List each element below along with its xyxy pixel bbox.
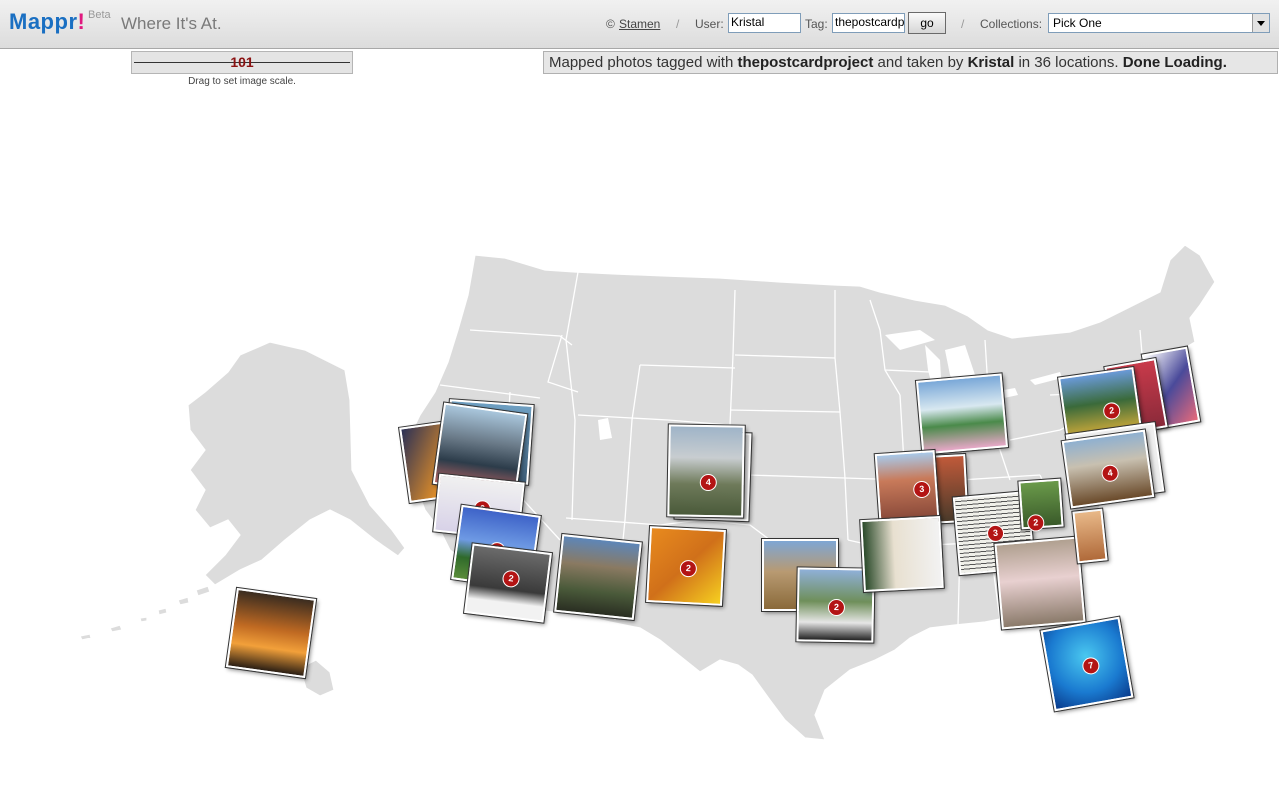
status-user: Kristal bbox=[967, 54, 1015, 71]
collections-selected: Pick One bbox=[1053, 16, 1102, 30]
app-logo[interactable]: Mappr! bbox=[9, 9, 85, 35]
photo-chicago[interactable] bbox=[914, 372, 1010, 456]
status-mid: and taken by bbox=[877, 54, 964, 71]
photo-virginia[interactable]: 2 bbox=[1017, 477, 1065, 532]
photo-colorado[interactable]: 4 bbox=[666, 423, 746, 519]
photo-dc-horses[interactable]: 4 bbox=[1060, 428, 1156, 510]
status-done: Done Loading. bbox=[1122, 54, 1227, 71]
count-badge: 2 bbox=[827, 598, 846, 617]
chevron-down-icon[interactable] bbox=[1252, 14, 1269, 32]
separator: / bbox=[961, 17, 965, 31]
scale-value: 101 bbox=[230, 54, 254, 70]
image-scale-slider[interactable]: 101 bbox=[131, 51, 353, 74]
photo-arizona[interactable] bbox=[553, 532, 643, 622]
photo-georgia-side[interactable] bbox=[1071, 507, 1109, 565]
aleutian-islands-shape bbox=[79, 585, 211, 641]
photo-new-mexico[interactable]: 2 bbox=[645, 525, 727, 607]
count-badge: 2 bbox=[1102, 401, 1122, 421]
user-input[interactable]: Kristal bbox=[728, 13, 801, 33]
count-badge: 2 bbox=[679, 559, 698, 578]
alaska-shape bbox=[187, 341, 406, 586]
separator: / bbox=[676, 17, 680, 31]
photo-florida[interactable]: 7 bbox=[1039, 615, 1135, 713]
status-bar: Mapped photos tagged with thepostcardpro… bbox=[543, 51, 1278, 74]
photo-georgia[interactable] bbox=[993, 535, 1087, 631]
copyright-symbol: © bbox=[606, 17, 615, 31]
status-suffix: in 36 locations. bbox=[1018, 54, 1119, 71]
count-badge: 4 bbox=[1100, 463, 1120, 483]
photo-missouri[interactable]: 3 bbox=[873, 448, 941, 524]
count-badge: 4 bbox=[699, 473, 717, 492]
beta-label: Beta bbox=[88, 9, 111, 21]
stamen-link[interactable]: Stamen bbox=[619, 17, 660, 31]
collections-select[interactable]: Pick One bbox=[1048, 13, 1270, 33]
status-prefix: Mapped photos tagged with bbox=[549, 54, 734, 71]
photo-tennessee[interactable] bbox=[859, 514, 945, 594]
tag-label: Tag: bbox=[805, 17, 828, 31]
photo-hawaii[interactable] bbox=[224, 586, 318, 680]
user-label: User: bbox=[695, 17, 724, 31]
go-button[interactable]: go bbox=[908, 12, 946, 34]
count-badge: 7 bbox=[1081, 656, 1101, 676]
count-badge: 3 bbox=[912, 480, 931, 499]
photo-la-stadium[interactable]: 2 bbox=[462, 542, 554, 624]
count-badge: 3 bbox=[986, 524, 1005, 543]
top-bar: Mappr! Beta Where It's At. © Stamen / Us… bbox=[0, 0, 1279, 49]
scale-hint: Drag to set image scale. bbox=[188, 76, 296, 87]
tagline: Where It's At. bbox=[121, 14, 222, 33]
count-badge: 2 bbox=[501, 569, 521, 589]
status-tag: thepostcardproject bbox=[737, 54, 874, 71]
collections-label: Collections: bbox=[980, 17, 1043, 31]
tag-input[interactable]: thepostcardproject bbox=[832, 13, 905, 33]
